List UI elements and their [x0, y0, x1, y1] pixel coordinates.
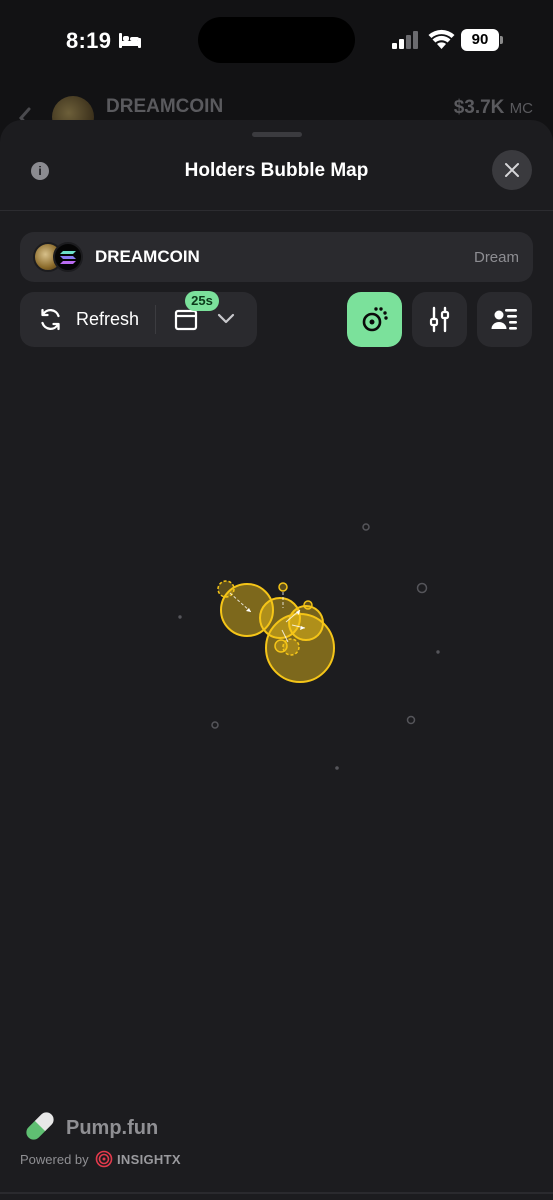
- holders-list-button[interactable]: [477, 292, 532, 347]
- powered-by-label: Powered by: [20, 1152, 89, 1167]
- status-time: 8:19: [66, 28, 112, 53]
- insightx-brand: INSIGHTX: [117, 1152, 181, 1167]
- battery-level: 90: [461, 29, 499, 51]
- bubble-map-icon: [362, 307, 388, 332]
- battery-icon: 90: [461, 29, 503, 51]
- screen: 8:19 90 DREAMCOIN $3.7K MC i Holders Bub…: [0, 0, 553, 1200]
- sheet-grabber[interactable]: [252, 132, 302, 137]
- pump-fun-logo-icon: [24, 1110, 56, 1142]
- wifi-icon: [428, 29, 455, 49]
- holder-bubble[interactable]: [335, 766, 339, 770]
- refresh-icon[interactable]: [38, 307, 63, 332]
- refresh-controls: Refresh 25s: [20, 291, 257, 347]
- market-cap: $3.7K MC: [454, 97, 533, 119]
- holder-bubble[interactable]: [362, 523, 370, 531]
- bubble-map-view-button[interactable]: [347, 292, 402, 347]
- holder-bubble[interactable]: [274, 639, 288, 653]
- bed-icon: [119, 33, 141, 48]
- battery-tip: [500, 36, 503, 44]
- dynamic-island: [198, 17, 355, 63]
- holder-bubble[interactable]: [278, 582, 288, 592]
- bubble-map-sheet: i Holders Bubble Map DREAMCOIN Dream Ref…: [0, 120, 553, 1200]
- holders-bubble-map[interactable]: [0, 360, 553, 1110]
- token-selector[interactable]: DREAMCOIN Dream: [20, 232, 533, 282]
- holders-list-icon: [491, 309, 517, 330]
- insightx-logo-icon: [95, 1150, 113, 1168]
- linked-holders-cluster: [217, 580, 335, 683]
- close-button[interactable]: [492, 150, 532, 190]
- holder-bubble[interactable]: [416, 582, 428, 594]
- holder-bubble[interactable]: [436, 650, 440, 654]
- pump-fun-brand: Pump.fun: [66, 1117, 159, 1139]
- header-divider: [0, 210, 553, 211]
- token-name: DREAMCOIN: [106, 96, 224, 117]
- solana-icon: [53, 242, 83, 272]
- filter-sliders-icon: [429, 306, 450, 333]
- controls-divider: [155, 305, 156, 334]
- bottom-divider: [0, 1192, 553, 1194]
- sheet-title: Holders Bubble Map: [184, 160, 369, 181]
- holder-bubble[interactable]: [178, 615, 182, 619]
- holder-bubble[interactable]: [406, 715, 416, 725]
- holder-bubble[interactable]: [288, 605, 324, 641]
- refresh-timer-badge: 25s: [185, 291, 219, 311]
- refresh-button[interactable]: Refresh: [76, 309, 139, 330]
- market-cap-value: $3.7K: [453, 97, 505, 118]
- holder-bubble[interactable]: [303, 600, 313, 610]
- market-cap-unit: MC: [509, 100, 533, 117]
- status-bar: 8:19 90: [0, 0, 553, 84]
- footer-branding: Pump.fun Powered by INSIGHTX: [20, 1106, 260, 1176]
- chevron-down-icon[interactable]: [217, 312, 235, 324]
- token-name: DREAMCOIN: [95, 247, 200, 266]
- signal-icon: [392, 31, 418, 49]
- filter-button[interactable]: [412, 292, 467, 347]
- holder-bubble[interactable]: [211, 721, 219, 729]
- token-symbol: Dream: [473, 249, 519, 266]
- close-icon: [505, 163, 519, 177]
